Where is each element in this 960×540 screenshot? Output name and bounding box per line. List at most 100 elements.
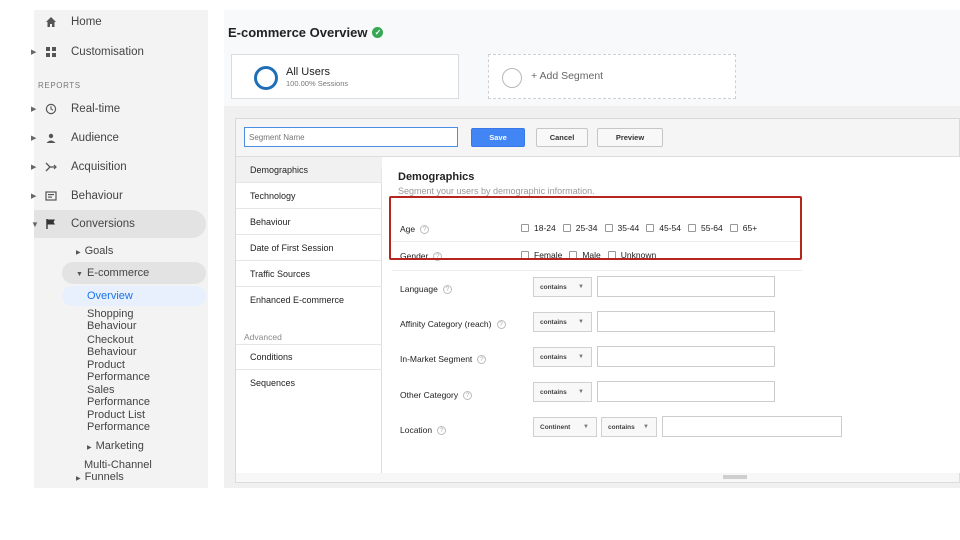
gender-options: Female Male Unknown	[521, 250, 663, 260]
category-sequences[interactable]: Sequences	[236, 370, 382, 396]
checkbox-label: Female	[534, 250, 563, 260]
sidebar-nav: Home ▶ Customisation REPORTS ▶ Real-time…	[31, 10, 208, 488]
checkbox-icon	[521, 251, 529, 259]
sidebar-item-label: Customisation	[71, 46, 144, 58]
age-checkbox-55-64[interactable]: 55-64	[688, 223, 723, 233]
sidebar-item-label: Marketing	[95, 440, 144, 452]
flag-icon	[44, 217, 58, 231]
other-category-match-dropdown[interactable]: contains ▼	[533, 382, 592, 402]
empty-segment-circle-icon	[502, 68, 522, 88]
language-value-input[interactable]	[597, 276, 775, 297]
affinity-value-input[interactable]	[597, 311, 775, 332]
help-icon[interactable]: ?	[437, 425, 447, 435]
checkbox-label: 45-54	[659, 223, 681, 233]
segment-sessions: 100.00% Sessions	[286, 79, 349, 88]
sidebar-item-label: Acquisition	[71, 161, 127, 173]
sidebar-item-product-performance[interactable]: Product Performance	[87, 359, 150, 383]
location-match-dropdown[interactable]: contains ▼	[601, 417, 657, 437]
sidebar-item-label: Performance	[87, 396, 150, 408]
help-icon[interactable]: ?	[477, 354, 487, 364]
other-category-label: Other Category ?	[400, 390, 473, 400]
sidebar-item-sales-performance[interactable]: Sales Performance	[87, 384, 150, 408]
save-button[interactable]: Save	[471, 128, 525, 147]
category-technology[interactable]: Technology	[236, 183, 382, 209]
gender-checkbox-female[interactable]: Female	[521, 250, 562, 260]
expand-caret-icon: ▶	[87, 445, 92, 451]
horizontal-scrollbar[interactable]	[235, 473, 960, 483]
advanced-heading: Advanced	[244, 332, 282, 342]
sidebar-item-shopping-behaviour[interactable]: Shopping Behaviour	[87, 308, 137, 332]
sidebar-item-marketing[interactable]: ▶ Marketing	[87, 440, 144, 454]
age-checkbox-45-54[interactable]: 45-54	[646, 223, 681, 233]
affinity-match-dropdown[interactable]: contains ▼	[533, 312, 592, 332]
sidebar-item-label: Product	[87, 359, 125, 371]
language-match-dropdown[interactable]: contains ▼	[533, 277, 592, 297]
page-title-text: E-commerce Overview	[228, 25, 368, 40]
sidebar-item-label: Behaviour	[87, 320, 137, 332]
sidebar-item-label: E-commerce	[86, 267, 150, 279]
sidebar-item-overview[interactable]: Overview	[87, 290, 133, 302]
gender-checkbox-male[interactable]: Male	[569, 250, 601, 260]
preview-button[interactable]: Preview	[597, 128, 663, 147]
checkbox-icon	[607, 251, 616, 259]
dropdown-value: contains	[540, 388, 567, 396]
scrollbar-thumb[interactable]	[723, 475, 747, 479]
other-category-value-input[interactable]	[597, 381, 775, 402]
help-icon[interactable]: ?	[463, 390, 473, 400]
category-date-of-first-session[interactable]: Date of First Session	[236, 235, 382, 261]
help-icon[interactable]: ?	[496, 319, 506, 329]
dropdown-value: contains	[540, 353, 567, 361]
dropdown-arrow-icon: ▼	[578, 354, 584, 360]
add-segment-button[interactable]: + Add Segment	[488, 54, 736, 99]
age-options: 18-24 25-34 35-44 45-54 55-64 65+	[521, 223, 764, 233]
category-behaviour[interactable]: Behaviour	[236, 209, 382, 235]
sidebar-item-ecommerce[interactable]: ▼ E-commerce	[76, 267, 149, 281]
dropdown-arrow-icon: ▼	[578, 389, 584, 395]
segment-name: All Users	[286, 66, 331, 78]
checkbox-label: Male	[582, 250, 601, 260]
row-label-text: Other Category	[400, 390, 459, 400]
age-checkbox-35-44[interactable]: 35-44	[604, 223, 639, 233]
acquisition-merge-icon	[44, 160, 58, 174]
category-enhanced-ecommerce[interactable]: Enhanced E-commerce	[236, 287, 382, 313]
expand-caret-icon: ▶	[31, 193, 37, 200]
segment-builder: Save Cancel Preview Demographics Technol…	[235, 118, 960, 474]
help-icon[interactable]: ?	[420, 224, 430, 234]
collapse-caret-icon: ▼	[31, 219, 39, 229]
segment-builder-toolbar: Save Cancel Preview	[236, 119, 959, 157]
age-checkbox-25-34[interactable]: 25-34	[562, 223, 598, 233]
category-conditions[interactable]: Conditions	[236, 344, 382, 370]
sidebar-item-label: Product List	[87, 409, 146, 421]
checkbox-label: 65+	[742, 223, 758, 233]
category-demographics[interactable]: Demographics	[236, 157, 382, 183]
segment-card-all-users[interactable]: All Users 100.00% Sessions	[231, 54, 459, 99]
sidebar-item-label: Behaviour	[71, 190, 123, 202]
sidebar-item-product-list-performance[interactable]: Product List Performance	[87, 409, 150, 433]
clock-icon	[44, 102, 58, 116]
sidebar-item-goals[interactable]: ▶ Goals	[76, 245, 113, 259]
segment-name-input[interactable]	[244, 127, 458, 147]
gender-checkbox-unknown[interactable]: Unknown	[607, 250, 656, 260]
add-segment-label: + Add Segment	[531, 70, 604, 82]
expand-caret-icon: ▶	[31, 164, 37, 171]
help-icon[interactable]: ?	[433, 251, 443, 261]
row-divider	[392, 241, 802, 242]
language-label: Language ?	[400, 284, 452, 294]
location-scope-dropdown[interactable]: Continent ▼	[533, 417, 597, 437]
dropdown-value: contains	[608, 423, 635, 431]
cancel-button[interactable]: Cancel	[536, 128, 588, 147]
age-checkbox-18-24[interactable]: 18-24	[521, 223, 556, 233]
sidebar-item-multichannel-funnels[interactable]: Multi-Channel ▶ Funnels	[76, 459, 152, 485]
dropdown-arrow-icon: ▼	[578, 284, 584, 290]
row-label-text: Affinity Category (reach)	[400, 319, 492, 329]
row-label-text: Location	[400, 425, 433, 435]
category-traffic-sources[interactable]: Traffic Sources	[236, 261, 382, 287]
age-checkbox-65-plus[interactable]: 65+	[729, 223, 758, 233]
inmarket-match-dropdown[interactable]: contains ▼	[533, 347, 592, 367]
sidebar-item-checkout-behaviour[interactable]: Checkout Behaviour	[87, 334, 137, 358]
row-label-text: Age	[400, 224, 416, 234]
inmarket-value-input[interactable]	[597, 346, 775, 367]
row-label-text: Gender	[400, 251, 429, 261]
location-value-input[interactable]	[662, 416, 842, 437]
help-icon[interactable]: ?	[442, 284, 452, 294]
